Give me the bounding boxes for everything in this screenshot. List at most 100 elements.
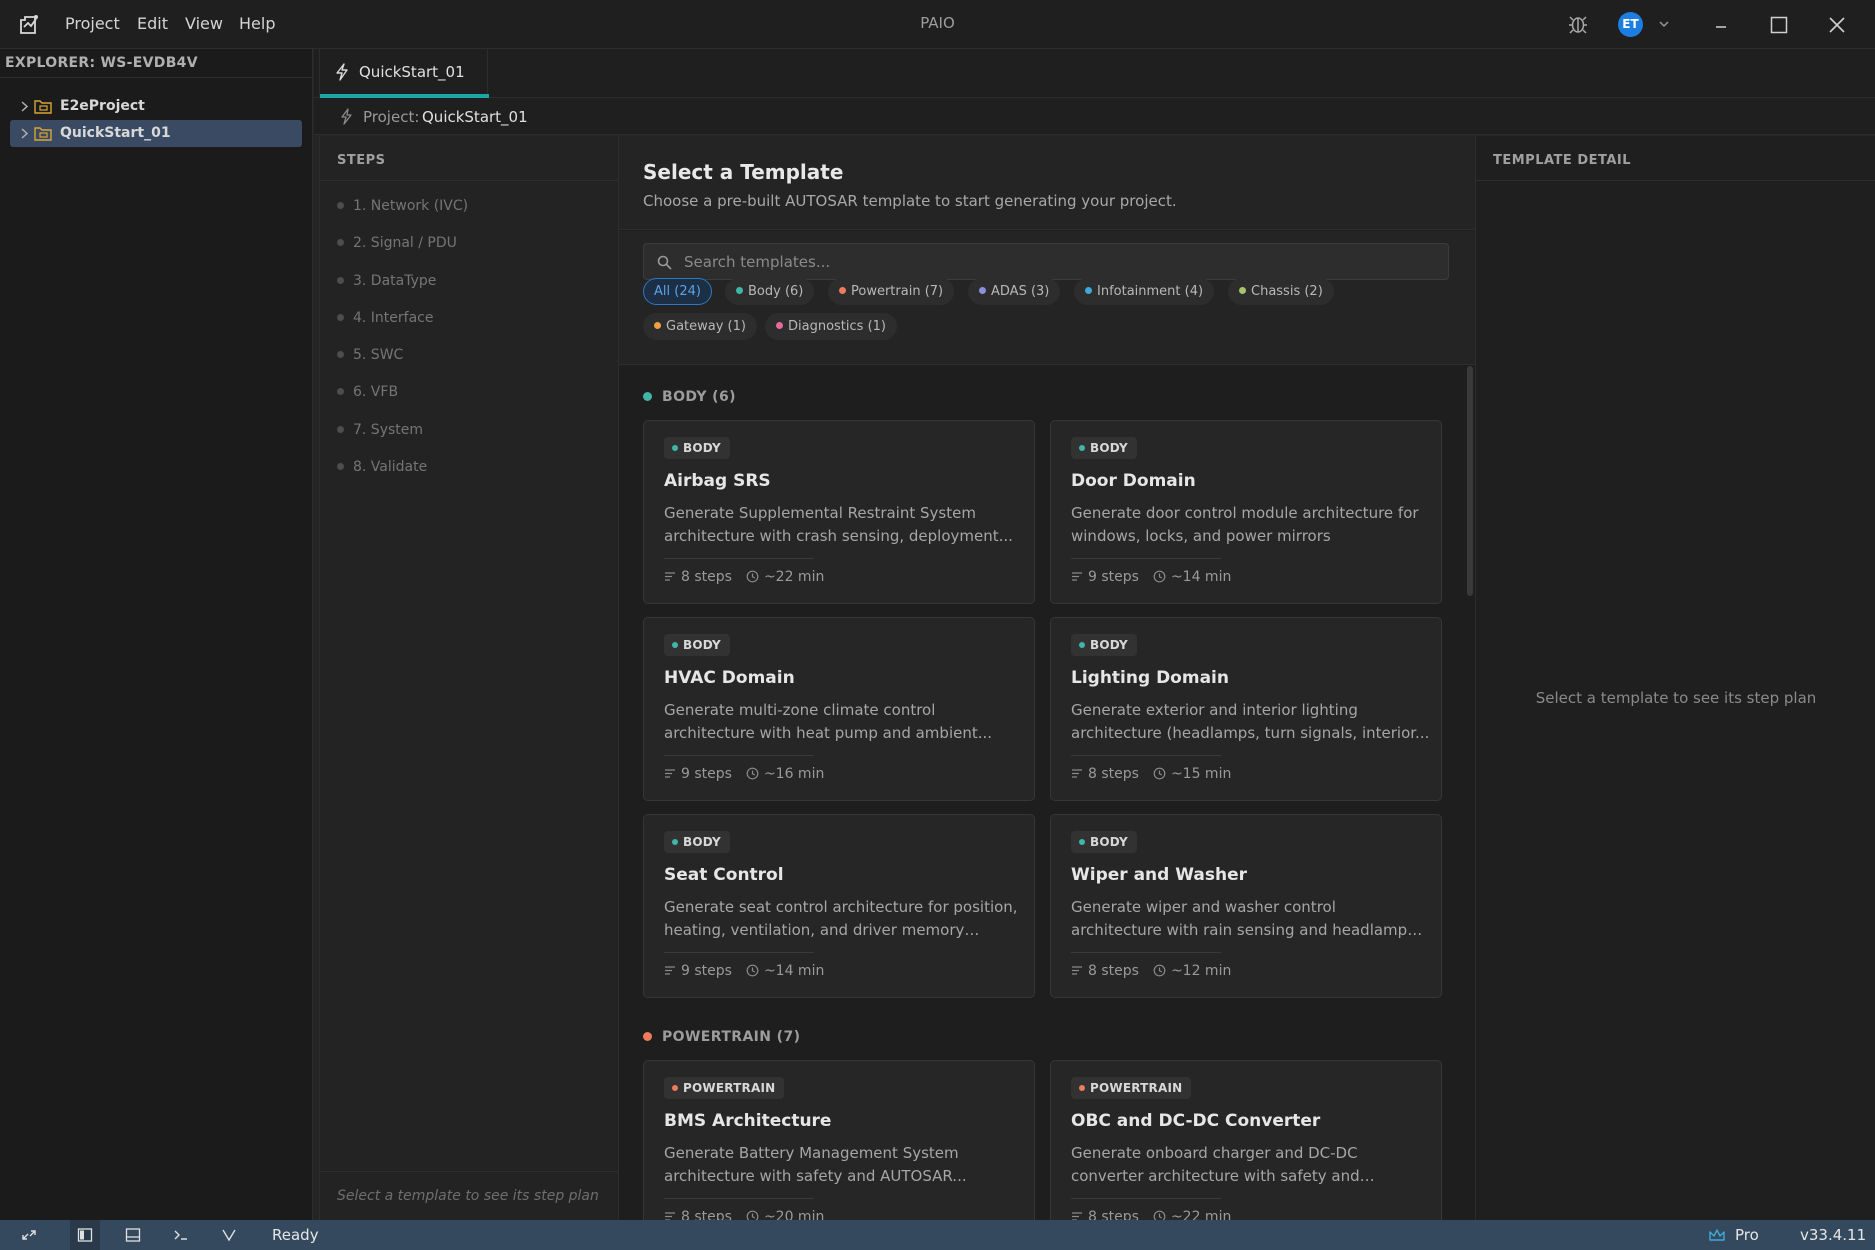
minimize-button[interactable] bbox=[1699, 9, 1743, 41]
filter-chip-diagnostics[interactable]: Diagnostics (1) bbox=[765, 313, 897, 340]
card-duration: ~22 min bbox=[1170, 1209, 1232, 1220]
template-card-airbag-srs[interactable]: BODY Airbag SRS Generate Supplemental Re… bbox=[643, 420, 1035, 604]
step-dot-icon bbox=[337, 201, 344, 209]
template-card-door-domain[interactable]: BODY Door Domain Generate door control m… bbox=[1050, 420, 1442, 604]
divider bbox=[1476, 180, 1875, 181]
status-bar: Ready Pro v33.4.11 bbox=[0, 1220, 1875, 1250]
template-list[interactable]: BODY (6) BODY Airbag SRS Generate Supple… bbox=[619, 366, 1475, 1220]
divider bbox=[664, 558, 814, 559]
badge-label: BODY bbox=[683, 441, 721, 455]
scrollbar[interactable] bbox=[1467, 366, 1473, 596]
card-steps: 8 steps bbox=[1088, 766, 1139, 782]
category-badge: BODY bbox=[664, 831, 730, 853]
step-item: 3. DataType bbox=[337, 273, 436, 289]
divider bbox=[320, 180, 620, 181]
step-label: 6. VFB bbox=[353, 384, 399, 400]
filter-chip-all[interactable]: All (24) bbox=[643, 278, 712, 305]
chevron-right-icon[interactable] bbox=[18, 127, 30, 140]
chevron-down-icon[interactable] bbox=[1657, 17, 1671, 31]
breadcrumb: Project: QuickStart_01 bbox=[314, 98, 1875, 135]
step-dot-icon bbox=[337, 276, 344, 284]
card-description: Generate wiper and washer control archit… bbox=[1071, 898, 1408, 939]
card-title: Door Domain bbox=[1071, 471, 1196, 491]
adas-dot-icon bbox=[979, 287, 986, 294]
minimize-icon bbox=[1716, 26, 1726, 28]
chip-label: Powertrain (7) bbox=[851, 284, 944, 299]
badge-label: BODY bbox=[1090, 441, 1128, 455]
window-title: PAIO bbox=[920, 14, 955, 32]
toggle-sidebar-button[interactable] bbox=[70, 1220, 100, 1250]
body-dot-icon bbox=[1079, 641, 1085, 648]
clock-icon bbox=[746, 1210, 759, 1220]
filter-chip-adas[interactable]: ADAS (3) bbox=[968, 278, 1061, 305]
bug-icon[interactable] bbox=[1568, 13, 1588, 35]
filter-chip-chassis[interactable]: Chassis (2) bbox=[1228, 278, 1334, 305]
divider bbox=[1071, 558, 1221, 559]
clock-icon bbox=[746, 767, 759, 779]
step-item: 8. Validate bbox=[337, 459, 427, 475]
body-dot-icon bbox=[672, 641, 678, 648]
tree-item-quickstart[interactable]: QuickStart_01 bbox=[10, 120, 302, 147]
category-badge: BODY bbox=[664, 634, 730, 656]
section-heading-body: BODY (6) bbox=[643, 389, 736, 405]
template-card-lighting-domain[interactable]: BODY Lighting Domain Generate exterior a… bbox=[1050, 617, 1442, 801]
step-item: 4. Interface bbox=[337, 310, 434, 326]
chip-label: Diagnostics (1) bbox=[788, 319, 886, 334]
divider bbox=[1071, 1198, 1221, 1199]
plan-label[interactable]: Pro bbox=[1735, 1226, 1759, 1244]
menu-project[interactable]: Project bbox=[65, 14, 120, 33]
menu-view[interactable]: View bbox=[185, 14, 223, 33]
remote-button[interactable] bbox=[14, 1220, 44, 1250]
badge-label: BODY bbox=[683, 638, 721, 652]
template-card-bms-architecture[interactable]: POWERTRAIN BMS Architecture Generate Bat… bbox=[643, 1060, 1035, 1220]
maximize-button[interactable] bbox=[1757, 9, 1801, 41]
filter-chip-body[interactable]: Body (6) bbox=[725, 278, 815, 305]
steps-list-icon bbox=[1072, 571, 1082, 581]
step-item: 6. VFB bbox=[337, 384, 398, 400]
filter-chip-powertrain[interactable]: Powertrain (7) bbox=[828, 278, 955, 305]
terminal-button[interactable] bbox=[166, 1220, 196, 1250]
steps-list-icon bbox=[1072, 1211, 1082, 1220]
gateway-dot-icon bbox=[654, 322, 661, 329]
tree-item-e2eproject[interactable]: E2eProject bbox=[10, 93, 302, 120]
card-description: Generate multi-zone climate control arch… bbox=[664, 701, 993, 742]
template-card-hvac-domain[interactable]: BODY HVAC Domain Generate multi-zone cli… bbox=[643, 617, 1035, 801]
card-title: OBC and DC-DC Converter bbox=[1071, 1111, 1321, 1131]
powertrain-dot-icon bbox=[672, 1084, 678, 1091]
clock-icon bbox=[746, 964, 759, 976]
filter-chip-infotainment[interactable]: Infotainment (4) bbox=[1074, 278, 1215, 305]
card-duration: ~16 min bbox=[763, 766, 825, 782]
template-card-seat-control[interactable]: BODY Seat Control Generate seat control … bbox=[643, 814, 1035, 998]
divider bbox=[0, 77, 313, 78]
selector-header: Select a Template Choose a pre-built AUT… bbox=[619, 136, 1475, 230]
card-duration: ~15 min bbox=[1170, 766, 1232, 782]
validate-button[interactable] bbox=[214, 1220, 244, 1250]
steps-list-icon bbox=[1072, 768, 1082, 778]
card-description: Generate onboard charger and DC-DC conve… bbox=[1071, 1144, 1360, 1185]
app-logo-icon[interactable] bbox=[15, 11, 41, 37]
infotainment-dot-icon bbox=[1085, 287, 1092, 294]
panel-layout-icon bbox=[125, 1228, 141, 1242]
lightning-icon bbox=[336, 63, 348, 81]
template-card-wiper-washer[interactable]: BODY Wiper and Washer Generate wiper and… bbox=[1050, 814, 1442, 998]
project-folder-icon bbox=[34, 100, 52, 114]
chassis-dot-icon bbox=[1239, 287, 1246, 294]
search-input[interactable] bbox=[684, 244, 1444, 279]
menu-help[interactable]: Help bbox=[239, 14, 275, 33]
user-avatar[interactable]: ET bbox=[1618, 12, 1643, 37]
menu-edit[interactable]: Edit bbox=[137, 14, 168, 33]
card-description: Generate exterior and interior lighting … bbox=[1071, 701, 1430, 742]
chevron-right-icon[interactable] bbox=[18, 100, 30, 113]
card-description: Generate seat control architecture for p… bbox=[664, 898, 1018, 939]
close-button[interactable] bbox=[1815, 9, 1859, 41]
powertrain-dot-icon bbox=[643, 1031, 652, 1041]
breadcrumb-project-name[interactable]: QuickStart_01 bbox=[422, 108, 528, 126]
body-dot-icon bbox=[643, 391, 652, 401]
steps-list-icon bbox=[665, 965, 675, 975]
filter-chip-gateway[interactable]: Gateway (1) bbox=[643, 313, 757, 340]
toggle-panel-button[interactable] bbox=[118, 1220, 148, 1250]
tab-quickstart[interactable]: QuickStart_01 bbox=[319, 49, 489, 98]
template-card-obc-dcdc[interactable]: POWERTRAIN OBC and DC-DC Converter Gener… bbox=[1050, 1060, 1442, 1220]
chip-label: Body (6) bbox=[748, 284, 804, 299]
category-badge: POWERTRAIN bbox=[1071, 1077, 1192, 1099]
